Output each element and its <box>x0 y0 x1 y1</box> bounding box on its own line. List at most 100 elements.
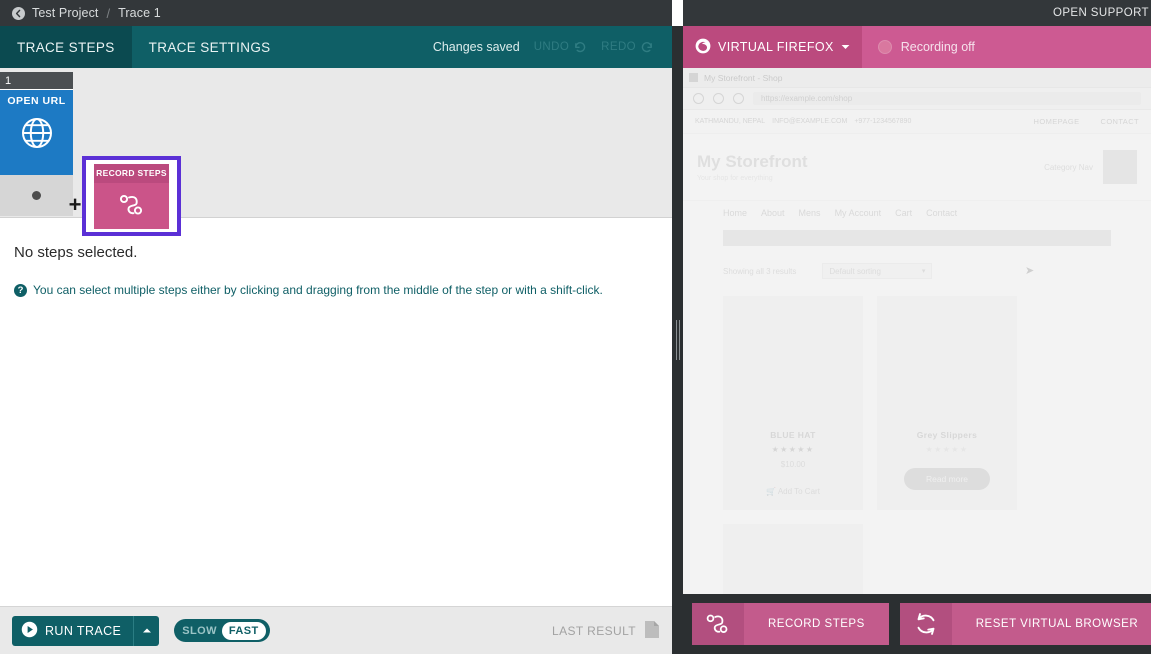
breadcrumb-project[interactable]: Test Project <box>32 6 99 20</box>
globe-icon <box>19 115 55 156</box>
run-trace-dropdown[interactable] <box>133 616 159 646</box>
browser-url-field[interactable]: https://example.com/shop <box>753 92 1141 105</box>
product-rating-stars: ★★★★★ <box>877 445 1017 454</box>
site-nav-mens[interactable]: Mens <box>799 208 821 218</box>
browser-tab-title[interactable]: My Storefront - Shop <box>704 73 782 83</box>
virtual-firefox-label: VIRTUAL FIREFOX <box>718 40 834 54</box>
tab-trace-steps[interactable]: TRACE STEPS <box>0 26 132 68</box>
virtual-browser-actions: RECORD STEPS RESET VIRTUAL BROWSER <box>683 594 1151 654</box>
site-link-homepage[interactable]: HOMEPAGE <box>1034 117 1080 126</box>
browser-tab-icon <box>689 73 698 82</box>
read-more-button[interactable]: Read more <box>904 468 990 490</box>
site-sorting-value: Default sorting <box>829 267 881 276</box>
changes-saved-label: Changes saved <box>433 40 520 54</box>
virtual-browser-header: VIRTUAL FIREFOX Recording off <box>683 26 1151 68</box>
home-icon[interactable] <box>733 93 744 104</box>
site-menu-button[interactable] <box>1103 150 1137 184</box>
recording-status-label: Recording off <box>901 40 975 54</box>
product-card[interactable]: Grey Slippers ★★★★★ Read more <box>877 296 1017 510</box>
record-steps-card[interactable]: RECORD STEPS <box>82 156 181 236</box>
add-to-cart-button[interactable]: 🛒 Add To Cart <box>723 487 863 496</box>
reload-icon[interactable] <box>713 93 724 104</box>
speed-fast-label[interactable]: FAST <box>222 622 266 640</box>
site-logo[interactable]: My Storefront <box>697 152 808 172</box>
splitter-grip-icon <box>676 320 680 360</box>
record-steps-button-label: RECORD STEPS <box>744 603 889 645</box>
speed-toggle[interactable]: SLOW FAST <box>174 619 269 642</box>
no-steps-message: No steps selected. <box>14 244 658 261</box>
breadcrumb-separator: / <box>107 6 111 21</box>
help-icon: ? <box>14 284 27 297</box>
product-thumbnail <box>723 308 863 430</box>
reset-icon <box>900 603 952 645</box>
virtual-firefox-dropdown[interactable]: VIRTUAL FIREFOX <box>683 26 862 68</box>
undo-icon <box>573 40 587 54</box>
product-price: $10.00 <box>723 460 863 469</box>
tab-trace-settings[interactable]: TRACE SETTINGS <box>132 26 288 68</box>
trace-editor-panel: Test Project / Trace 1 TRACE STEPS TRACE… <box>0 0 672 654</box>
run-trace-main[interactable]: RUN TRACE <box>12 616 133 646</box>
firefox-icon <box>695 38 711 57</box>
step-status <box>0 175 73 216</box>
virtual-browser-viewport[interactable]: My Storefront - Shop https://example.com… <box>683 68 1151 594</box>
back-arrow-icon[interactable] <box>12 7 25 20</box>
tab-trace-settings-label: TRACE SETTINGS <box>149 40 271 55</box>
site-nav-my-account[interactable]: My Account <box>835 208 882 218</box>
redo-button[interactable]: REDO <box>601 40 654 54</box>
step-body[interactable]: OPEN URL <box>0 89 73 175</box>
site-product-grid: BLUE HAT ★★★★★ $10.00 🛒 Add To Cart Grey… <box>723 296 1111 594</box>
site-sorting-select[interactable]: Default sorting ▾ <box>822 263 932 279</box>
panel-splitter[interactable] <box>672 26 683 654</box>
record-steps-card-inner: RECORD STEPS <box>94 164 169 229</box>
idle-dot-icon <box>32 191 41 200</box>
site-nav-home[interactable]: Home <box>723 208 747 218</box>
support-bar: OPEN SUPPORT <box>683 0 1151 26</box>
undo-button[interactable]: UNDO <box>534 40 587 54</box>
site-topbar: KATHMANDU, NEPAL INFO@EXAMPLE.COM +977-1… <box>683 110 1151 134</box>
back-icon[interactable] <box>693 93 704 104</box>
site-address: KATHMANDU, NEPAL <box>695 118 765 125</box>
site-results-count: Showing all 3 results <box>723 267 796 276</box>
chevron-up-icon <box>142 627 152 634</box>
app-root: Test Project / Trace 1 TRACE STEPS TRACE… <box>0 0 1151 654</box>
site-nav-cart[interactable]: Cart <box>895 208 912 218</box>
browser-tab-strip: My Storefront - Shop <box>683 68 1151 88</box>
undo-label: UNDO <box>534 41 569 53</box>
speed-slow-label[interactable]: SLOW <box>182 625 217 637</box>
product-thumbnail <box>723 536 863 594</box>
site-link-contact[interactable]: CONTACT <box>1101 117 1140 126</box>
recording-status[interactable]: Recording off <box>862 26 975 68</box>
cart-icon: 🛒 <box>766 487 776 496</box>
chevron-down-icon <box>841 44 850 50</box>
product-rating-stars: ★★★★★ <box>723 445 863 454</box>
virtual-browser-panel: OPEN SUPPORT VIRTUAL FIREFOX Recording o… <box>683 0 1151 654</box>
site-nav-about[interactable]: About <box>761 208 785 218</box>
step-card-open-url[interactable]: 1 OPEN URL <box>0 72 73 216</box>
site-email: INFO@EXAMPLE.COM <box>772 118 847 125</box>
site-category-label[interactable]: Category Nav <box>1044 163 1093 172</box>
save-status-group: Changes saved UNDO REDO <box>433 26 672 68</box>
trace-tab-bar: TRACE STEPS TRACE SETTINGS Changes saved… <box>0 26 672 68</box>
document-icon <box>644 620 660 642</box>
run-trace-label: RUN TRACE <box>45 624 121 638</box>
last-result-button[interactable]: LAST RESULT <box>552 620 660 642</box>
site-nav: Home About Mens My Account Cart Contact <box>683 200 1151 224</box>
play-icon <box>21 621 38 641</box>
site-brand-row: My Storefront Your shop for everything C… <box>683 134 1151 200</box>
tab-trace-steps-label: TRACE STEPS <box>17 40 115 55</box>
record-steps-card-title: RECORD STEPS <box>94 164 169 183</box>
record-steps-icon <box>692 603 744 645</box>
breadcrumb-trace[interactable]: Trace 1 <box>118 6 161 20</box>
add-to-cart-label: Add To Cart <box>778 487 820 496</box>
site-nav-contact[interactable]: Contact <box>926 208 957 218</box>
reset-virtual-browser-button[interactable]: RESET VIRTUAL BROWSER <box>900 603 1151 645</box>
record-steps-icon <box>116 189 148 226</box>
run-trace-button[interactable]: RUN TRACE <box>12 616 159 646</box>
product-card[interactable] <box>723 524 863 594</box>
open-support-link[interactable]: OPEN SUPPORT <box>1053 7 1149 19</box>
add-step-button[interactable]: + <box>67 198 83 214</box>
product-card[interactable]: BLUE HAT ★★★★★ $10.00 🛒 Add To Cart <box>723 296 863 510</box>
reset-virtual-browser-label: RESET VIRTUAL BROWSER <box>952 603 1151 645</box>
record-steps-button[interactable]: RECORD STEPS <box>692 603 889 645</box>
product-thumbnail <box>877 308 1017 430</box>
